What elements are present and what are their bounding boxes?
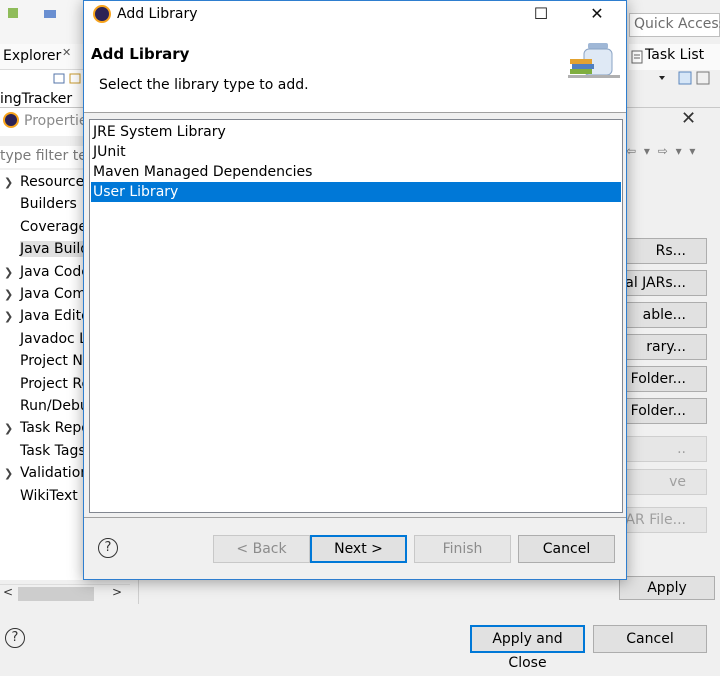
build-path-action-label: rary... — [646, 339, 686, 355]
type-filter-input[interactable]: type filter tex — [0, 146, 95, 168]
build-path-action-label: al JARs... — [625, 275, 686, 291]
build-path-action-button[interactable]: Rs... — [619, 238, 707, 264]
library-type-item[interactable]: Maven Managed Dependencies — [91, 162, 621, 182]
properties-tree-item-label: Resource — [20, 174, 85, 190]
build-path-action-button[interactable]: Folder... — [619, 366, 707, 392]
properties-tree: ❯ Resource Builders Coverage Java Build ❯ Java… — [0, 170, 95, 580]
build-path-action-button[interactable]: ve — [619, 469, 707, 495]
apply-button[interactable]: Apply — [619, 576, 715, 600]
library-type-item[interactable]: User Library — [91, 182, 621, 202]
horizontal-scrollbar[interactable]: < > — [0, 584, 130, 602]
expand-arrow-icon[interactable]: ❯ — [4, 467, 13, 480]
collapse-link-icons[interactable] — [52, 72, 84, 86]
scroll-left-icon[interactable]: < — [3, 585, 13, 599]
build-path-action-label: able... — [642, 307, 686, 323]
history-navigation-icons[interactable]: ⇦ ▾ ⇨ ▾ ▾ — [626, 144, 697, 158]
library-type-list[interactable]: JRE System Library JUnit Maven Managed Dep… — [89, 119, 623, 513]
properties-tree-item-label: Java Build — [20, 241, 90, 258]
dialog-description: Select the library type to add. — [99, 77, 309, 93]
scrollbar-thumb[interactable] — [18, 587, 94, 601]
task-list-label: Task List — [645, 47, 705, 63]
cancel-button[interactable]: Cancel — [518, 535, 615, 563]
scroll-right-icon[interactable]: > — [112, 585, 122, 599]
build-path-action-label: .. — [677, 441, 686, 457]
build-path-action-label: ass Folder... — [620, 403, 686, 419]
apply-and-close-button[interactable]: Apply and Close — [470, 625, 585, 671]
eclipse-logo-icon — [93, 5, 111, 23]
dialog-title-bar: Add Library ☐ ✕ — [84, 1, 626, 29]
divider — [84, 517, 626, 518]
back-button[interactable]: < Back — [213, 535, 310, 563]
build-path-action-button[interactable]: rary... — [619, 334, 707, 360]
properties-tree-item-label: Java Edito — [20, 308, 90, 325]
close-icon[interactable]: ✕ — [681, 108, 696, 129]
properties-tree-item-label: Task Tags — [20, 442, 86, 459]
project-tree-item[interactable]: ingTracker — [0, 91, 72, 107]
explorer-tab-label: Explorer — [3, 48, 62, 64]
build-path-action-button[interactable]: al JARs... — [619, 270, 707, 296]
library-type-item[interactable]: JRE System Library — [91, 122, 621, 142]
build-path-action-button[interactable]: ass Folder... — [619, 398, 707, 424]
properties-tree-item-label: Run/Debu — [20, 398, 89, 414]
task-list-icon — [631, 50, 643, 64]
next-button[interactable]: Next > — [310, 535, 407, 563]
build-path-action-label: Rs... — [655, 243, 686, 259]
build-path-action-label: AR File... — [625, 512, 686, 528]
finish-button[interactable]: Finish — [414, 535, 511, 563]
expand-arrow-icon[interactable]: ❯ — [4, 422, 13, 435]
build-path-action-button[interactable]: .. — [619, 436, 707, 462]
properties-tree-item-label: Validation — [20, 465, 90, 482]
task-list-tab[interactable]: Task List — [629, 44, 720, 70]
properties-tree-item-label: Builders — [20, 196, 77, 213]
build-path-action-button[interactable]: able... — [619, 302, 707, 328]
expand-arrow-icon[interactable]: ❯ — [4, 266, 13, 279]
dialog-heading: Add Library — [91, 45, 190, 63]
library-jar-icon — [568, 43, 620, 78]
expand-arrow-icon[interactable]: ❯ — [4, 288, 13, 301]
package-explorer-tab[interactable]: Explorer ✕ — [0, 44, 84, 70]
properties-cancel-button[interactable]: Cancel — [593, 625, 707, 653]
properties-tree-item-label: Project Re — [20, 375, 91, 392]
quick-access-input[interactable]: Quick Access — [629, 13, 720, 37]
properties-tree-item-label: Project Na — [20, 353, 92, 370]
properties-tree-item-label: Javadoc L — [20, 330, 87, 347]
explorer-tree: ingTracker — [0, 70, 84, 110]
dialog-window-title: Add Library — [117, 6, 198, 22]
properties-tree-item-label: WikiText — [20, 487, 78, 504]
expand-arrow-icon[interactable]: ❯ — [4, 176, 13, 189]
maximize-icon[interactable]: ☐ — [518, 1, 564, 29]
properties-tree-item-label: Java Code — [20, 263, 90, 280]
close-icon[interactable]: ✕ — [62, 46, 71, 59]
divider — [138, 580, 139, 604]
build-path-action-label: ve — [669, 474, 686, 490]
properties-title: Propertie — [24, 113, 88, 129]
help-icon[interactable]: ? — [5, 628, 25, 648]
expand-arrow-icon[interactable]: ❯ — [4, 310, 13, 323]
build-path-action-label: Folder... — [630, 371, 686, 387]
dialog-banner: Add Library Select the library type to a… — [84, 29, 626, 113]
task-list-toolbar — [629, 70, 720, 90]
add-library-dialog: Add Library ☐ ✕ Add Library Select the l… — [83, 0, 627, 580]
filter-placeholder: type filter tex — [0, 148, 95, 164]
properties-tree-item-label: Coverage — [20, 218, 88, 235]
eclipse-toolbar-area — [0, 0, 84, 44]
properties-title-bar: Propertie — [0, 108, 88, 136]
toolbar-icons — [8, 8, 56, 18]
task-list-toolbar-icons[interactable] — [629, 70, 720, 90]
build-path-action-button[interactable]: AR File... — [619, 507, 707, 533]
help-icon[interactable]: ? — [98, 538, 118, 558]
library-type-item[interactable]: JUnit — [91, 142, 621, 162]
quick-access-placeholder: Quick Access — [634, 16, 720, 32]
properties-tree-item-label: Task Repo — [20, 420, 90, 437]
close-icon[interactable]: ✕ — [574, 1, 620, 29]
eclipse-logo-icon — [3, 112, 19, 128]
